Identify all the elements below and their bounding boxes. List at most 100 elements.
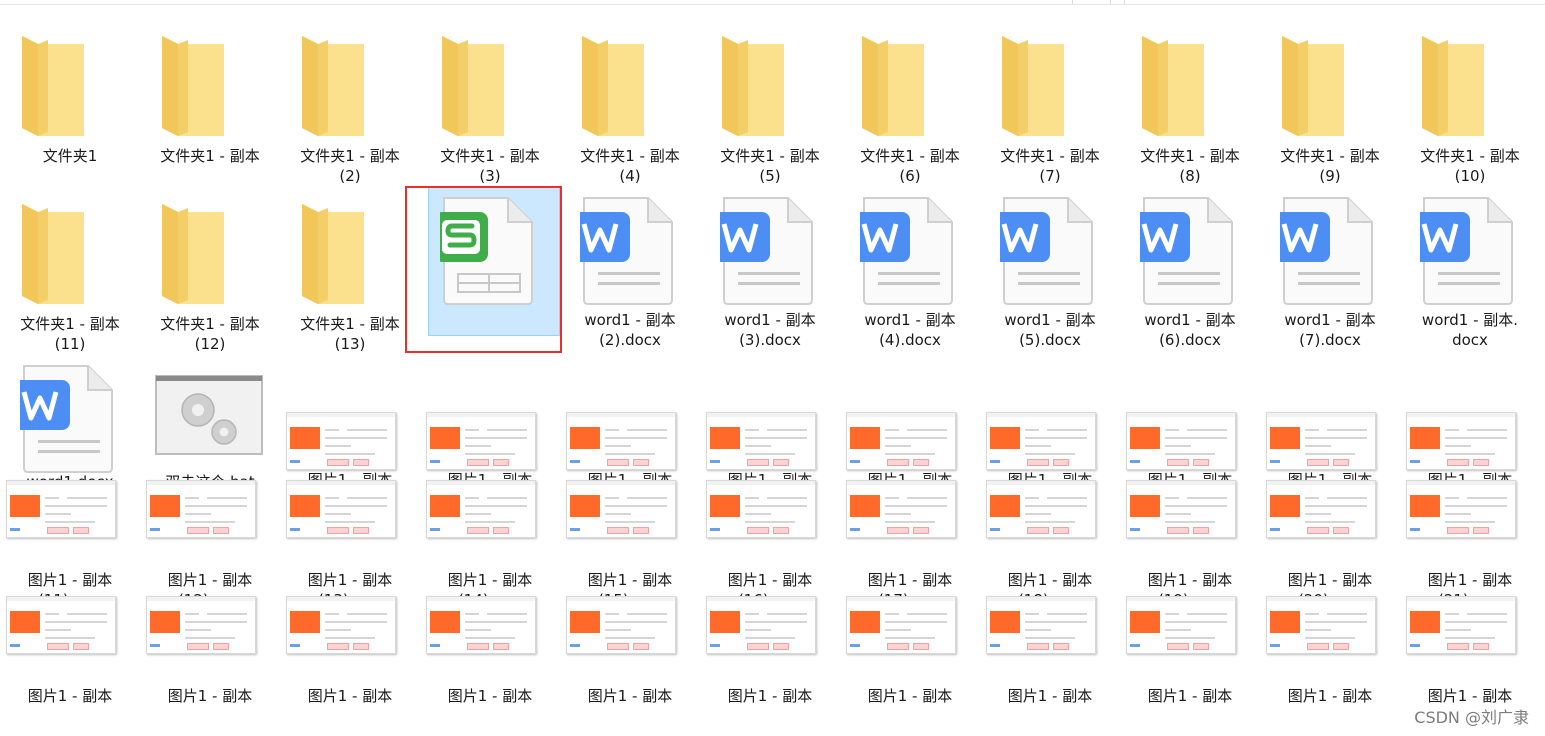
image-thumbnail — [420, 470, 560, 566]
docx-file-item[interactable]: word1 - 副本 (7).docx — [1260, 186, 1400, 350]
file-name-label: 图片1 - 副本 — [280, 686, 420, 706]
folder-item[interactable]: 文件夹1 - 副本 (2) — [280, 18, 420, 186]
png-file-item[interactable]: 图片1 - 副本 — [280, 586, 420, 706]
folder-item[interactable]: 文件夹1 - 副本 (5) — [700, 18, 840, 186]
file-name-label: 文件夹1 - 副本 (8) — [1120, 146, 1260, 186]
file-name-line1: 文件夹1 - 副本 — [860, 147, 960, 165]
file-name-line1: 文件夹1 — [42, 147, 98, 165]
folder-item[interactable]: 文件夹1 - 副本 (7) — [980, 18, 1120, 186]
file-name-label: 文件夹1 - 副本 (4) — [560, 146, 700, 186]
docx-file-item[interactable]: word1 - 副本 (5).docx — [980, 186, 1120, 350]
image-thumbnail — [700, 470, 840, 566]
png-file-item[interactable]: 图片1 - 副本 — [1120, 586, 1260, 706]
file-name-label: 文件夹1 - 副本 (5) — [700, 146, 840, 186]
image-thumbnail — [1120, 586, 1260, 682]
image-thumbnail — [700, 586, 840, 682]
folder-item[interactable]: 文件夹1 - 副本 (3) — [420, 18, 560, 186]
image-thumbnail — [280, 586, 420, 682]
image-thumbnail — [280, 470, 420, 566]
docx-file-item[interactable]: word1 - 副本 (4).docx — [840, 186, 980, 350]
file-name-line1: 图片1 - 副本 — [727, 687, 813, 705]
file-name-label: 图片1 - 副本 — [980, 686, 1120, 706]
file-name-line2: (6).docx — [1159, 331, 1221, 349]
file-name-label: 图片1 - 副本 — [840, 686, 980, 706]
docx-file-item[interactable]: word1 - 副本 (2).docx — [560, 186, 700, 350]
folder-item[interactable]: 文件夹1 - 副本 (13) — [280, 186, 420, 354]
folder-icon — [1260, 18, 1400, 142]
png-file-item[interactable]: 图片1 - 副本 — [560, 586, 700, 706]
file-name-label: word1 - 副本. docx — [1400, 310, 1540, 350]
folder-item[interactable]: 文件夹1 — [0, 18, 140, 166]
file-name-label: 文件夹1 - 副本 (2) — [280, 146, 420, 186]
file-name-label: 文件夹1 - 副本 (7) — [980, 146, 1120, 186]
file-name-label: 文件夹1 - 副本 (12) — [140, 314, 280, 354]
image-thumbnail — [0, 470, 140, 566]
image-thumbnail — [560, 470, 700, 566]
image-thumbnail — [700, 354, 840, 470]
file-name-line2: (9) — [1319, 167, 1341, 185]
image-thumbnail — [1400, 586, 1540, 682]
file-name-line1: word1 - 副本 — [1284, 311, 1376, 329]
top-toolbar-edge — [0, 0, 1545, 5]
image-thumbnail — [980, 354, 1120, 470]
file-name-line2: (7) — [1039, 167, 1061, 185]
highlight-box — [405, 186, 562, 353]
file-name-label: word1 - 副本 (5).docx — [980, 310, 1120, 350]
watermark: CSDN @刘广隶 — [1414, 708, 1529, 727]
file-name-line1: 文件夹1 - 副本 — [160, 315, 260, 333]
file-name-label: 文件夹1 - 副本 (11) — [0, 314, 140, 354]
file-name-line1: 图片1 - 副本 — [1147, 687, 1233, 705]
folder-icon — [700, 18, 840, 142]
folder-icon — [980, 18, 1120, 142]
png-file-item[interactable]: 图片1 - 副本 — [0, 586, 140, 706]
file-name-line1: 图片1 - 副本 — [1007, 687, 1093, 705]
image-thumbnail — [840, 354, 980, 470]
png-file-item[interactable]: 图片1 - 副本 — [700, 586, 840, 706]
folder-item[interactable]: 文件夹1 - 副本 (11) — [0, 186, 140, 354]
image-thumbnail — [840, 470, 980, 566]
file-name-line1: 图片1 - 副本 — [587, 687, 673, 705]
docx-file-item[interactable]: word1 - 副本 (3).docx — [700, 186, 840, 350]
file-name-line1: word1 - 副本 — [1144, 311, 1236, 329]
png-file-item[interactable]: 图片1 - 副本 — [420, 586, 560, 706]
folder-item[interactable]: 文件夹1 - 副本 (12) — [140, 186, 280, 354]
file-name-line1: 文件夹1 - 副本 — [20, 315, 120, 333]
word-document-icon — [1120, 186, 1260, 306]
file-name-line1: 图片1 - 副本 — [167, 687, 253, 705]
file-name-line1: 文件夹1 - 副本 — [300, 147, 400, 165]
file-name-line1: 文件夹1 - 副本 — [160, 147, 260, 165]
file-name-line2: (10) — [1454, 167, 1486, 185]
file-name-line2: (2).docx — [599, 331, 661, 349]
image-thumbnail — [840, 586, 980, 682]
file-name-line1: word1 - 副本 — [1004, 311, 1096, 329]
folder-item[interactable]: 文件夹1 - 副本 (6) — [840, 18, 980, 186]
png-file-item[interactable]: 图片1 - 副本 — [1260, 586, 1400, 706]
word-document-icon — [980, 186, 1120, 306]
file-name-line1: 文件夹1 - 副本 — [1140, 147, 1240, 165]
png-file-item[interactable]: 图片1 - 副本 — [1400, 586, 1540, 706]
file-name-label: 文件夹1 - 副本 (13) — [280, 314, 420, 354]
folder-item[interactable]: 文件夹1 - 副本 (4) — [560, 18, 700, 186]
folder-item[interactable]: 文件夹1 - 副本 (10) — [1400, 18, 1540, 186]
folder-icon — [1400, 18, 1540, 142]
file-name-line2: (7).docx — [1299, 331, 1361, 349]
word-document-icon — [1400, 186, 1540, 306]
file-name-label: 图片1 - 副本 — [1400, 686, 1540, 706]
file-name-label: word1 - 副本 (7).docx — [1260, 310, 1400, 350]
docx-file-item[interactable]: word1 - 副本 (6).docx — [1120, 186, 1260, 350]
docx-file-item[interactable]: word1 - 副本. docx — [1400, 186, 1540, 350]
file-name-label: 文件夹1 - 副本 (9) — [1260, 146, 1400, 186]
folder-item[interactable]: 文件夹1 - 副本 (8) — [1120, 18, 1260, 186]
folder-icon — [1120, 18, 1260, 142]
folder-item[interactable]: 文件夹1 - 副本 (9) — [1260, 18, 1400, 186]
png-file-item[interactable]: 图片1 - 副本 — [840, 586, 980, 706]
word-document-icon — [840, 186, 980, 306]
png-file-item[interactable]: 图片1 - 副本 — [140, 586, 280, 706]
file-name-line2: (4) — [619, 167, 641, 185]
image-thumbnail — [560, 354, 700, 470]
image-thumbnail — [560, 586, 700, 682]
folder-icon — [140, 186, 280, 310]
image-thumbnail — [1260, 470, 1400, 566]
png-file-item[interactable]: 图片1 - 副本 — [980, 586, 1120, 706]
folder-item[interactable]: 文件夹1 - 副本 — [140, 18, 280, 166]
